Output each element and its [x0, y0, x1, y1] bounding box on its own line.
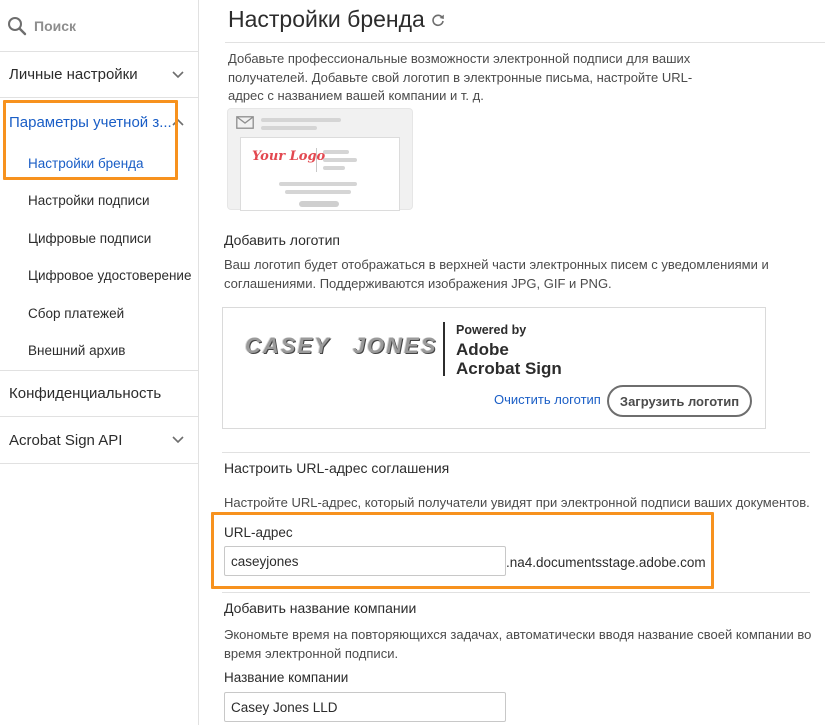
preview-logo-text: Your Logo [252, 149, 326, 164]
powered-brand-line: Adobe [456, 340, 509, 359]
company-logo: CASEY JONES [245, 333, 437, 359]
powered-by-brand: Adobe Acrobat Sign [456, 340, 562, 378]
powered-brand-line: Acrobat Sign [456, 359, 562, 378]
preview-placeholder-bar [261, 118, 341, 122]
company-section-description: Экономьте время на повторяющихся задачах… [224, 627, 812, 661]
powered-by-divider [443, 322, 445, 376]
sidebar-item-label: Acrobat Sign API [9, 431, 123, 449]
intro-text: Добавьте профессиональные возможности эл… [228, 51, 693, 103]
powered-by-label: Powered by [456, 323, 527, 337]
chevron-down-icon [172, 436, 184, 444]
title-divider [225, 42, 825, 43]
sidebar-subitem-signature-settings[interactable]: Настройки подписи [28, 193, 150, 208]
search-input[interactable] [34, 17, 184, 34]
preview-placeholder-bar [323, 150, 349, 154]
preview-divider [316, 148, 317, 172]
chevron-up-icon [172, 118, 184, 126]
sidebar-item-account-settings[interactable]: Параметры учетной з... [0, 98, 198, 146]
sidebar: Личные настройки Параметры учетной з... … [0, 0, 199, 725]
preview-email-body: Your Logo [240, 137, 400, 211]
section-divider [222, 452, 810, 453]
url-domain-suffix: .na4.documentsstage.adobe.com [506, 555, 706, 570]
company-section-title: Добавить название компании [224, 600, 417, 616]
chevron-down-icon [172, 70, 184, 78]
url-section-title: Настроить URL-адрес соглашения [224, 460, 450, 476]
section-divider [222, 592, 810, 593]
preview-placeholder-bar [261, 126, 317, 130]
page-title-text: Настройки бренда [228, 6, 425, 32]
url-section-description: Настройте URL-адрес, который получатели … [224, 495, 810, 510]
search-bar [0, 0, 198, 52]
preview-placeholder-bar [279, 182, 357, 186]
preview-placeholder-bar [323, 166, 345, 170]
sidebar-subitem-brand-settings[interactable]: Настройки бренда [28, 156, 144, 171]
sidebar-item-personal-settings[interactable]: Личные настройки [0, 52, 198, 98]
sidebar-item-privacy[interactable]: Конфиденциальность [0, 370, 198, 417]
preview-button-placeholder [299, 201, 339, 207]
logo-section-title: Добавить логотип [224, 232, 340, 248]
sidebar-item-label: Параметры учетной з... [9, 113, 172, 131]
url-field-label: URL-адрес [224, 525, 293, 540]
sidebar-subitem-digital-signatures[interactable]: Цифровые подписи [28, 231, 151, 246]
clear-logo-link[interactable]: Очистить логотип [494, 392, 601, 407]
sidebar-item-label: Конфиденциальность [9, 385, 162, 402]
sidebar-subitem-digital-identity[interactable]: Цифровое удостоверение [28, 268, 191, 283]
sidebar-subitem-payments[interactable]: Сбор платежей [28, 306, 124, 321]
sidebar-item-label: Личные настройки [9, 66, 138, 83]
email-preview: Your Logo [227, 108, 413, 211]
company-logo-word: JONES [352, 333, 438, 358]
preview-placeholder-bar [323, 158, 357, 162]
main-content: Настройки бренда Добавьте профессиональн… [200, 0, 830, 725]
refresh-icon[interactable] [431, 13, 445, 27]
url-input[interactable] [224, 546, 506, 576]
sidebar-subitem-external-archive[interactable]: Внешний архив [28, 343, 125, 358]
preview-placeholder-bar [285, 190, 351, 194]
page-title: Настройки бренда [228, 6, 445, 33]
company-name-input[interactable] [224, 692, 506, 722]
upload-logo-button[interactable]: Загрузить логотип [607, 385, 752, 417]
logo-preview-box: CASEY JONES Powered by Adobe Acrobat Sign… [222, 307, 766, 429]
company-logo-word: CASEY [245, 333, 331, 358]
envelope-icon [236, 116, 254, 129]
search-icon[interactable] [7, 16, 27, 36]
company-field-label: Название компании [224, 670, 349, 685]
logo-section-description: Ваш логотип будет отображаться в верхней… [224, 257, 769, 291]
sidebar-item-acrobat-sign-api[interactable]: Acrobat Sign API [0, 417, 198, 464]
